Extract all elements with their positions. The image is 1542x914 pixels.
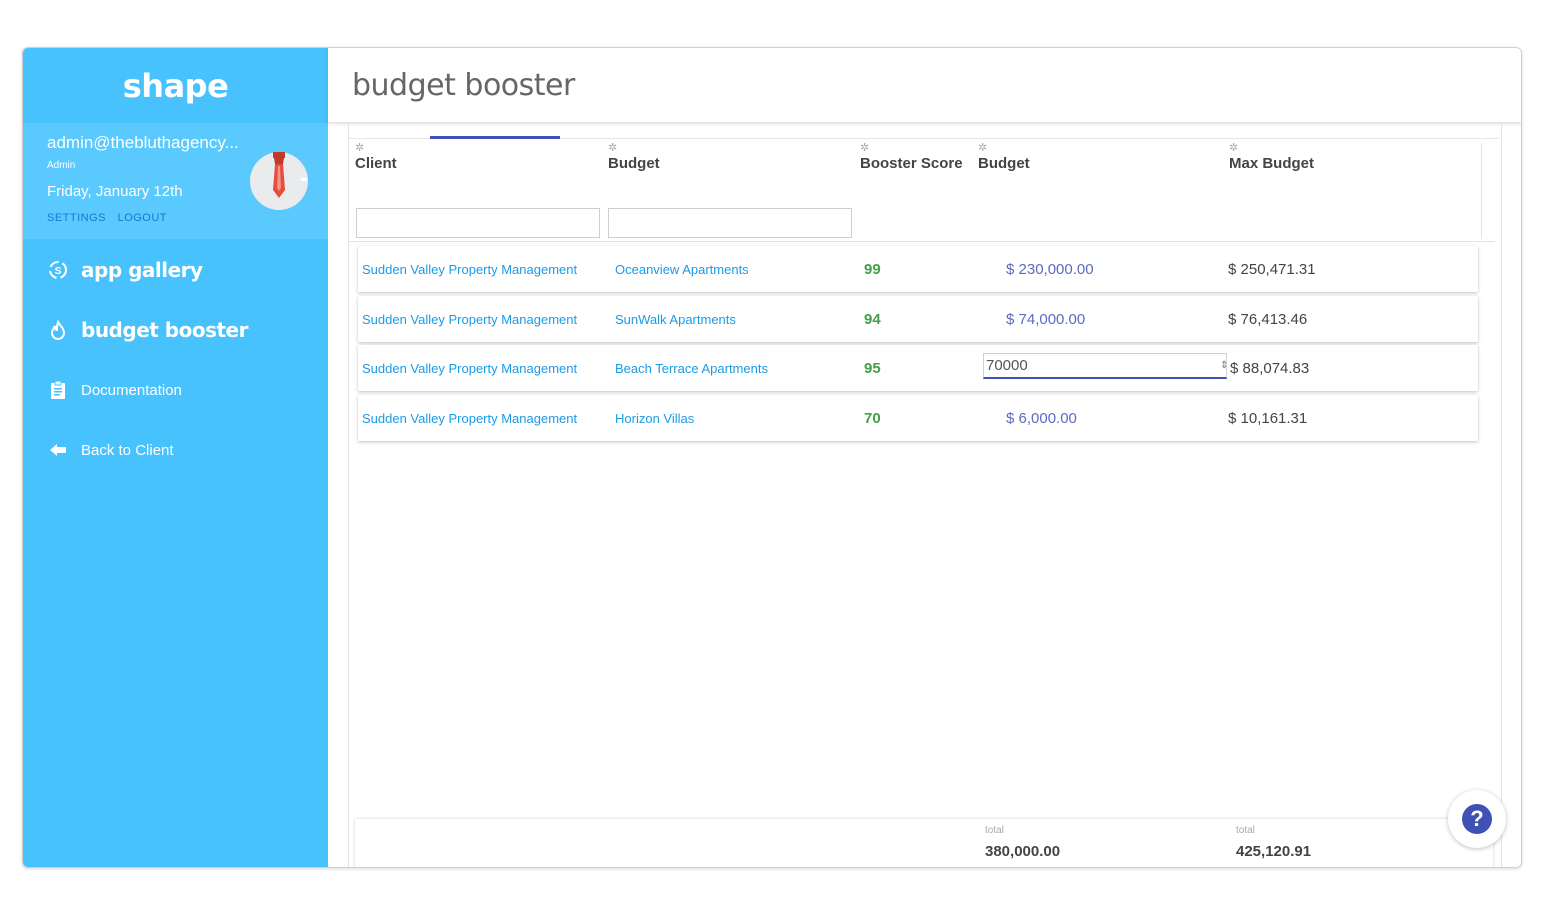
budget-link[interactable]: Oceanview Apartments — [615, 246, 749, 292]
max-budget: $ 76,413.46 — [1228, 310, 1308, 328]
user-role: Admin — [47, 160, 76, 171]
client-link[interactable]: Sudden Valley Property Management — [362, 345, 577, 391]
header-client[interactable]: ✲ Client — [355, 143, 397, 173]
gear-icon[interactable]: ✲ — [860, 143, 963, 155]
flame-icon — [47, 319, 69, 341]
booster-score: 94 — [864, 310, 881, 328]
table-container: ✲ Client ✲ Budget ✲ Booster Score ✲ Budg… — [348, 123, 1502, 867]
booster-score: 99 — [864, 260, 881, 278]
budget-amount-input[interactable]: 70000 — [983, 353, 1227, 379]
budget-total-label: total — [985, 825, 1004, 836]
user-email: admin@thebluthagency... — [47, 133, 239, 152]
nav-label: app gallery — [81, 258, 203, 282]
budget-link[interactable]: SunWalk Apartments — [615, 296, 736, 342]
gear-icon[interactable]: ✲ — [978, 143, 1030, 155]
number-spinner-icon[interactable]: ⇕ — [1220, 360, 1228, 371]
max-budget: $ 10,161.31 — [1228, 409, 1308, 427]
gear-icon[interactable]: ✲ — [355, 143, 397, 155]
app-gallery-icon: S — [47, 259, 69, 281]
gear-icon[interactable]: ✲ — [608, 143, 660, 155]
client-link[interactable]: Sudden Valley Property Management — [362, 296, 577, 342]
app-window: shape admin@thebluthagency... Admin Frid… — [22, 47, 1522, 868]
clipboard-icon — [47, 379, 69, 401]
nav-budget-booster[interactable]: budget booster — [47, 318, 248, 342]
nav-app-gallery[interactable]: S app gallery — [47, 258, 203, 282]
budget-link[interactable]: Horizon Villas — [615, 395, 694, 441]
necktie-icon — [273, 152, 307, 198]
main-area: budget booster ✲ Client ✲ Budget ✲ Boost… — [328, 48, 1521, 867]
table-row[interactable]: Sudden Valley Property Management Horizo… — [358, 395, 1478, 441]
help-button[interactable]: ? — [1448, 790, 1506, 848]
client-link[interactable]: Sudden Valley Property Management — [362, 395, 577, 441]
page-title: budget booster — [352, 67, 575, 103]
top-bar: budget booster — [328, 48, 1521, 123]
brand-logo[interactable]: shape — [23, 48, 328, 123]
header-booster-score[interactable]: ✲ Booster Score — [860, 143, 963, 173]
booster-score: 95 — [864, 359, 881, 377]
max-budget: $ 250,471.31 — [1228, 260, 1316, 278]
budget-amount[interactable]: $ 74,000.00 — [1006, 296, 1085, 342]
table-row[interactable]: Sudden Valley Property Management SunWal… — [358, 296, 1478, 342]
booster-score: 70 — [864, 409, 881, 427]
header-divider — [1481, 143, 1482, 239]
nav-documentation[interactable]: Documentation — [47, 379, 182, 401]
max-total-label: total — [1236, 825, 1255, 836]
header-budget-amount[interactable]: ✲ Budget — [978, 143, 1030, 173]
budget-total-value: 380,000.00 — [985, 843, 1061, 860]
nav-label: budget booster — [81, 318, 248, 342]
budget-amount[interactable]: $ 230,000.00 — [1006, 246, 1094, 292]
active-tab-indicator[interactable] — [430, 136, 560, 139]
arrow-left-icon — [47, 439, 69, 461]
nav-back-to-client[interactable]: Back to Client — [47, 439, 174, 461]
client-link[interactable]: Sudden Valley Property Management — [362, 246, 577, 292]
settings-link[interactable]: SETTINGS — [47, 212, 106, 224]
header-separator — [349, 241, 1495, 242]
current-date: Friday, January 12th — [47, 183, 183, 200]
budget-amount[interactable]: $ 6,000.00 — [1006, 395, 1077, 441]
budget-link[interactable]: Beach Terrace Apartments — [615, 345, 768, 391]
nav-label: Documentation — [81, 381, 182, 399]
sidebar: shape admin@thebluthagency... Admin Frid… — [23, 48, 328, 867]
totals-footer: total 380,000.00 total 425,120.91 — [355, 819, 1493, 867]
avatar[interactable] — [250, 152, 308, 210]
nav-label: Back to Client — [81, 441, 174, 459]
question-mark-icon: ? — [1462, 804, 1492, 834]
user-panel: admin@thebluthagency... Admin Friday, Ja… — [23, 123, 328, 239]
svg-text:S: S — [55, 266, 62, 277]
header-budget[interactable]: ✲ Budget — [608, 143, 660, 173]
header-max-budget[interactable]: ✲ Max Budget — [1229, 143, 1314, 173]
user-links: SETTINGS LOGOUT — [47, 212, 175, 224]
table-row[interactable]: Sudden Valley Property Management Oceanv… — [358, 246, 1478, 292]
logout-link[interactable]: LOGOUT — [118, 212, 167, 224]
client-filter-input[interactable] — [356, 208, 600, 238]
table-row[interactable]: Sudden Valley Property Management Beach … — [358, 345, 1478, 391]
max-budget: $ 88,074.83 — [1230, 359, 1310, 377]
gear-icon[interactable]: ✲ — [1229, 143, 1314, 155]
budget-filter-input[interactable] — [608, 208, 852, 238]
max-total-value: 425,120.91 — [1236, 843, 1312, 860]
